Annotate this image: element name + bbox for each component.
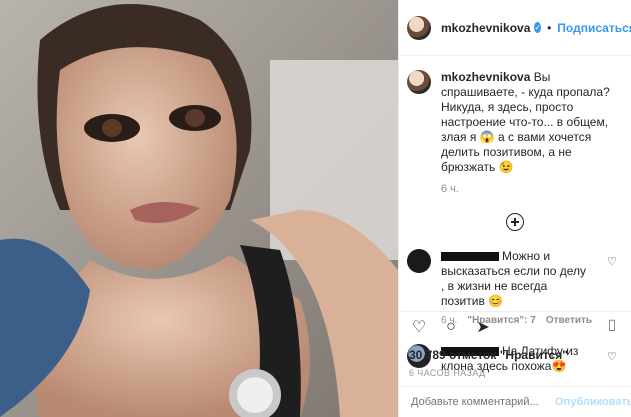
post-side-panel: mkozhevnikova ✓ • Подписаться mkozhevnik…	[398, 0, 631, 417]
comment-item: Можно и высказаться если по делу , в жиз…	[399, 249, 631, 309]
action-bar: ♡ ○ ➤ ⌷	[399, 311, 631, 342]
post-footer: ♡ ○ ➤ ⌷ 30 789 отметок "Нравится" 6 ЧАСО…	[399, 311, 631, 417]
instagram-post-modal: mkozhevnikova ✓ • Подписаться mkozhevnik…	[0, 0, 631, 417]
post-caption: mkozhevnikova Вы спрашиваете, - куда про…	[399, 56, 631, 175]
post-photo[interactable]	[0, 0, 398, 417]
publish-button[interactable]: Опубликовать	[555, 396, 631, 408]
caption-text: Вы спрашиваете, - куда пропала? Никуда, …	[441, 70, 610, 174]
like-heart-icon[interactable]: ♡	[409, 317, 429, 337]
load-more-comments-icon[interactable]	[506, 213, 524, 231]
caption-text-block: mkozhevnikova Вы спрашиваете, - куда про…	[441, 70, 621, 175]
like-comment-icon[interactable]: ♡	[607, 255, 619, 268]
comment-body: Можно и высказаться если по делу , в жиз…	[441, 249, 591, 309]
post-header: mkozhevnikova ✓ • Подписаться	[399, 0, 631, 56]
bookmark-icon[interactable]: ⌷	[602, 317, 622, 337]
author-username[interactable]: mkozhevnikova	[441, 21, 530, 35]
verified-badge-icon: ✓	[534, 22, 542, 33]
separator-dot: •	[547, 20, 552, 35]
author-avatar[interactable]	[407, 15, 431, 40]
caption-time: 6 ч.	[441, 183, 459, 195]
add-comment-row: Опубликовать	[399, 386, 631, 417]
caption-username[interactable]: mkozhevnikova	[441, 70, 530, 84]
comment-input[interactable]	[409, 395, 555, 409]
caption-avatar[interactable]	[407, 70, 431, 94]
comment-bubble-icon[interactable]: ○	[441, 317, 461, 337]
redacted-username	[441, 252, 499, 262]
likes-count[interactable]: 30 789 отметок "Нравится"	[399, 342, 631, 362]
portrait-image	[0, 0, 398, 417]
comment-avatar[interactable]	[407, 249, 431, 273]
posted-time: 6 ЧАСОВ НАЗАД	[409, 368, 486, 378]
share-paper-plane-icon[interactable]: ➤	[473, 317, 493, 337]
follow-button[interactable]: Подписаться	[557, 21, 631, 35]
